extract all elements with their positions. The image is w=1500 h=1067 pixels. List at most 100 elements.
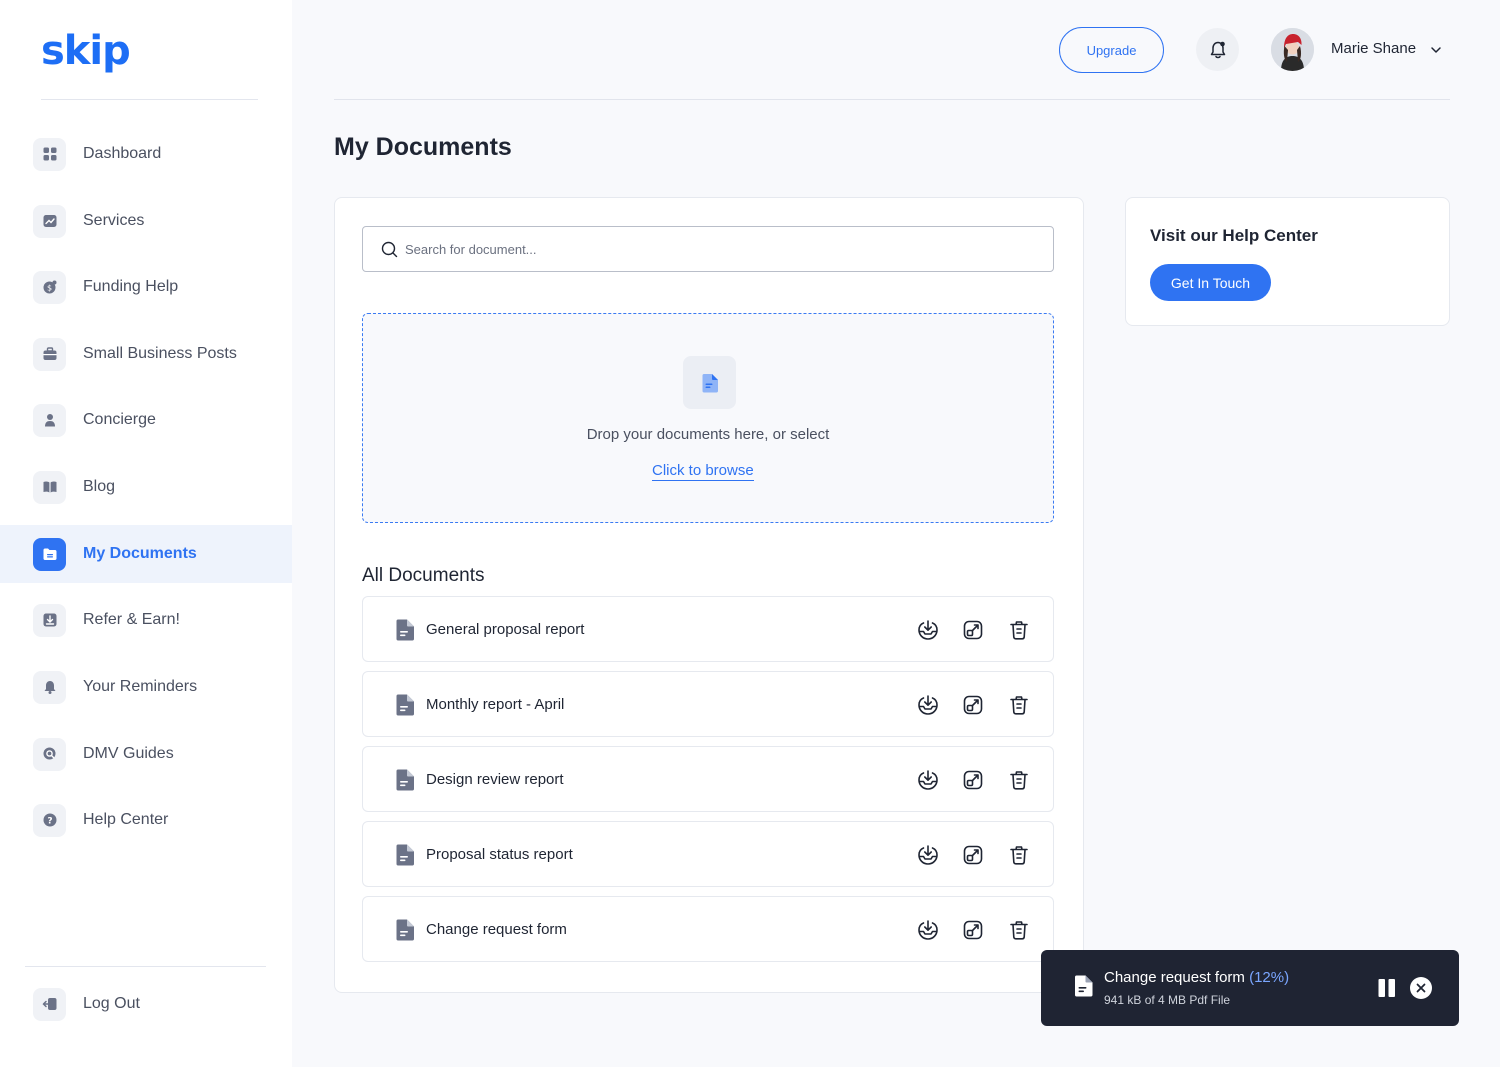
dropzone-text: Drop your documents here, or select: [586, 426, 830, 443]
person-icon: [33, 403, 66, 437]
sidebar-item-concierge[interactable]: Concierge: [0, 391, 292, 449]
page-title: My Documents: [334, 133, 512, 161]
sidebar-item-services[interactable]: Services: [0, 192, 292, 250]
sidebar-item-my-documents[interactable]: My Documents: [0, 525, 292, 583]
close-icon: [1416, 983, 1426, 993]
share-icon: [963, 770, 983, 790]
download-button[interactable]: [916, 768, 940, 792]
download-button[interactable]: [916, 618, 940, 642]
file-icon: [1075, 975, 1093, 997]
share-button[interactable]: [961, 693, 985, 717]
book-icon: [33, 470, 66, 504]
notifications-button[interactable]: [1196, 28, 1239, 71]
file-upload-icon: [683, 356, 736, 409]
download-button[interactable]: [916, 918, 940, 942]
trash-icon: [1010, 696, 1028, 715]
upload-percent: (12%): [1249, 969, 1290, 986]
share-button[interactable]: [961, 768, 985, 792]
delete-button[interactable]: [1007, 843, 1031, 867]
search-input[interactable]: [405, 239, 1025, 259]
sidebar-item-blog[interactable]: Blog: [0, 458, 292, 516]
pause-icon[interactable]: [1377, 978, 1397, 998]
delete-button[interactable]: [1007, 918, 1031, 942]
sidebar-item-your-reminders[interactable]: Your Reminders: [0, 658, 292, 716]
share-icon: [963, 695, 983, 715]
question-icon: ?: [33, 803, 66, 837]
sidebar-item-funding-help[interactable]: $ Funding Help: [0, 258, 292, 316]
share-icon: [963, 920, 983, 940]
svg-text:?: ?: [47, 816, 52, 826]
document-name[interactable]: Monthly report - April: [426, 696, 564, 713]
upgrade-button[interactable]: Upgrade: [1059, 27, 1164, 73]
sidebar-item-label: Services: [83, 212, 145, 229]
sidebar-divider: [41, 99, 258, 100]
logout-label: Log Out: [83, 995, 140, 1012]
user-name[interactable]: Marie Shane: [1331, 40, 1416, 57]
sidebar-item-label: Dashboard: [83, 145, 162, 162]
search-icon: [33, 737, 66, 771]
list-item: Design review report: [362, 746, 1054, 812]
browse-link[interactable]: Click to browse: [652, 462, 754, 481]
upload-file-title: Change request form: [1104, 969, 1245, 986]
chart-icon: [33, 204, 66, 238]
list-item: Proposal status report: [362, 821, 1054, 887]
file-icon: [396, 769, 414, 791]
document-name[interactable]: Proposal status report: [426, 846, 573, 863]
sidebar-item-small-business-posts[interactable]: Small Business Posts: [0, 325, 292, 383]
sidebar-item-dashboard[interactable]: Dashboard: [0, 125, 292, 183]
document-name[interactable]: Design review report: [426, 771, 564, 788]
download-icon: [918, 770, 938, 790]
close-button[interactable]: [1410, 977, 1432, 999]
sidebar-item-help-center[interactable]: ? Help Center: [0, 791, 292, 849]
dropzone[interactable]: Drop your documents here, or select Clic…: [362, 313, 1054, 523]
delete-button[interactable]: [1007, 768, 1031, 792]
trash-icon: [1010, 846, 1028, 865]
sidebar-item-dmv-guides[interactable]: DMV Guides: [0, 725, 292, 783]
sidebar-item-label: Small Business Posts: [83, 345, 237, 362]
briefcase-icon: [33, 337, 66, 371]
get-in-touch-button[interactable]: Get In Touch: [1150, 264, 1271, 301]
chevron-down-icon[interactable]: [1430, 44, 1442, 56]
logo[interactable]: skip: [41, 28, 131, 74]
upload-detail: 941 kB of 4 MB Pdf File: [1104, 993, 1231, 1007]
share-button[interactable]: [961, 918, 985, 942]
grid-icon: [33, 137, 66, 171]
sidebar-item-label: Your Reminders: [83, 678, 198, 695]
download-icon: [918, 620, 938, 640]
search-icon: [381, 241, 398, 258]
share-button[interactable]: [961, 843, 985, 867]
download-icon: [33, 603, 66, 637]
delete-button[interactable]: [1007, 693, 1031, 717]
upload-toast: Change request form (12%) 941 kB of 4 MB…: [1041, 950, 1459, 1026]
download-button[interactable]: [916, 693, 940, 717]
sidebar-item-label: My Documents: [83, 545, 197, 562]
download-icon: [918, 845, 938, 865]
share-button[interactable]: [961, 618, 985, 642]
delete-button[interactable]: [1007, 618, 1031, 642]
sidebar-item-refer-earn[interactable]: Refer & Earn!: [0, 591, 292, 649]
logout-button[interactable]: Log Out: [0, 975, 292, 1033]
file-icon: [396, 919, 414, 941]
file-icon: [396, 844, 414, 866]
file-icon: [396, 619, 414, 641]
share-icon: [963, 845, 983, 865]
folder-icon: [33, 537, 66, 571]
header-divider: [334, 99, 1450, 100]
document-name[interactable]: General proposal report: [426, 621, 584, 638]
sidebar-item-label: Blog: [83, 478, 116, 495]
sidebar: skip Dashboard Services $ Funding Help S…: [0, 0, 292, 1067]
bell-icon: [1210, 41, 1225, 58]
upload-file-name: Change request form (12%): [1104, 969, 1289, 986]
avatar[interactable]: [1271, 28, 1314, 71]
help-center-card: Visit our Help Center Get In Touch: [1125, 197, 1450, 326]
document-name[interactable]: Change request form: [426, 921, 567, 938]
sidebar-item-label: Help Center: [83, 811, 169, 828]
help-center-title: Visit our Help Center: [1150, 226, 1318, 245]
section-title: All Documents: [362, 565, 485, 586]
sidebar-item-label: Concierge: [83, 411, 156, 428]
list-item: General proposal report: [362, 596, 1054, 662]
sidebar-item-label: Funding Help: [83, 278, 179, 295]
list-item: Change request form: [362, 896, 1054, 962]
bell-icon: [33, 670, 66, 704]
download-button[interactable]: [916, 843, 940, 867]
